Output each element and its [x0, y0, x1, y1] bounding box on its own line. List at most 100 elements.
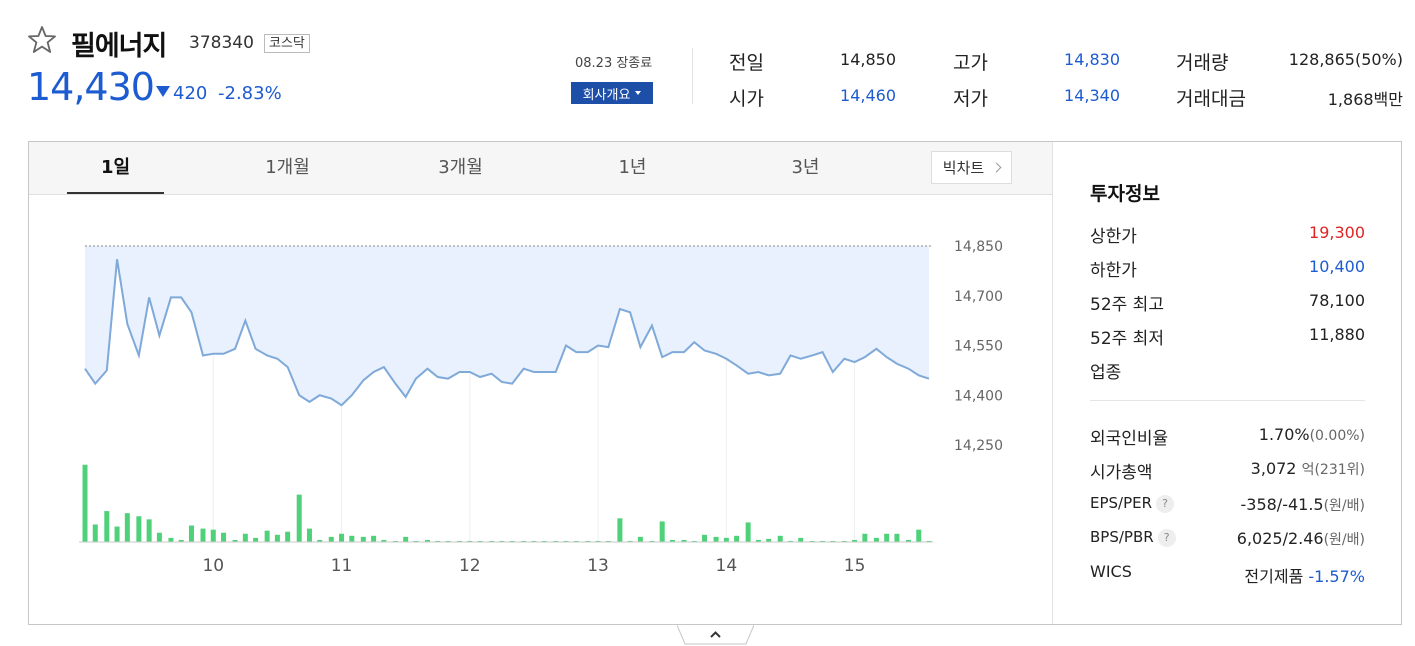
volume-bar: [403, 536, 409, 542]
bps-pbr-unit: (원/배): [1323, 532, 1365, 548]
foreign-ratio-change: (0.00%): [1309, 428, 1365, 444]
market-cap-rank: (231위): [1314, 462, 1365, 478]
industry-label: 업종: [1090, 363, 1122, 383]
volume-bar: [723, 537, 729, 542]
y-tick-label: 14,400: [954, 388, 1003, 404]
low52-label: 52주 최저: [1090, 329, 1164, 349]
lower-limit-label: 하한가: [1090, 261, 1137, 281]
wics-label: WICS: [1090, 562, 1132, 581]
foreign-ratio-label: 외국인비율: [1090, 429, 1169, 449]
lower-limit-value: 10,400: [1309, 257, 1365, 276]
foreign-ratio: 1.70%(0.00%): [1195, 425, 1365, 444]
volume-bar: [306, 528, 312, 542]
volume-bar: [894, 533, 900, 542]
tab-1day[interactable]: 1일: [67, 142, 164, 194]
low52-value: 11,880: [1309, 325, 1365, 344]
prev-close-value: 14,850: [840, 50, 896, 69]
volume-bar: [92, 524, 98, 542]
wics-sector[interactable]: 전기제품: [1244, 567, 1303, 586]
tab-3month[interactable]: 3개월: [412, 142, 509, 194]
question-icon[interactable]: ?: [1156, 494, 1175, 513]
volume-bar: [168, 537, 174, 542]
x-tick-label: 12: [459, 556, 481, 576]
open-label: 시가: [729, 88, 764, 110]
volume-bar: [221, 532, 227, 542]
volume-bar: [210, 529, 216, 542]
x-tick-label: 13: [587, 556, 609, 576]
volume-bar: [637, 536, 643, 542]
tab-1year[interactable]: 1년: [584, 142, 681, 194]
volume-bar: [884, 533, 890, 542]
collapse-toggle[interactable]: [677, 625, 754, 645]
caret-down-icon: [635, 91, 642, 95]
question-icon[interactable]: ?: [1157, 528, 1176, 547]
market-cap-unit: 억: [1301, 462, 1315, 478]
market-cap-label: 시가총액: [1090, 463, 1153, 483]
chevron-right-icon: [991, 162, 1002, 173]
divider: [692, 48, 693, 104]
market-cap: 3,072 억(231위): [1195, 459, 1365, 479]
volume-value: 128,865(50%): [1288, 50, 1403, 69]
stock-code: 378340: [189, 33, 254, 53]
volume-bar: [253, 537, 259, 542]
big-chart-label: 빅차트: [942, 159, 985, 177]
volume-bar: [713, 536, 719, 542]
market-badge: 코스닥: [264, 34, 310, 53]
market-cap-value: 3,072: [1250, 459, 1297, 478]
volume-bar: [264, 530, 270, 542]
volume-bar: [296, 494, 302, 542]
invest-info-title: 투자정보: [1090, 183, 1160, 205]
market-close-status: 08.23 장종료: [575, 56, 653, 71]
prev-close-label: 전일: [729, 52, 764, 74]
volume-bar: [659, 521, 665, 542]
company-overview-button[interactable]: 회사개요: [571, 82, 653, 104]
intraday-chart[interactable]: 14,850 14,700 14,550 14,400 14,250 10 11 12 13 1…: [29, 194, 1052, 624]
volume-bar: [200, 528, 206, 542]
star-outline-icon[interactable]: [26, 24, 58, 56]
volume-bar: [339, 533, 345, 542]
volume-bar: [114, 526, 120, 542]
x-tick-label: 11: [331, 556, 353, 576]
y-tick-label: 14,700: [954, 289, 1003, 305]
upper-limit-label: 상한가: [1090, 227, 1137, 247]
high-value: 14,830: [1064, 50, 1120, 69]
volume-bar: [349, 535, 355, 542]
volume-bar: [82, 464, 88, 542]
price-area: [85, 246, 929, 406]
volume-bar: [136, 516, 142, 542]
volume-bar: [702, 534, 708, 542]
volume-label: 거래량: [1176, 52, 1229, 74]
price-change: 420: [173, 83, 208, 104]
volume-bar: [360, 536, 366, 542]
company-overview-label: 회사개요: [582, 87, 631, 103]
divider: [1052, 142, 1053, 624]
amount-value: 1,868백만: [1327, 90, 1403, 109]
big-chart-button[interactable]: 빅차트: [931, 151, 1012, 184]
open-value: 14,460: [840, 86, 896, 105]
volume-bar: [798, 537, 804, 542]
volume-bar: [156, 532, 162, 542]
volume-bar: [328, 536, 334, 542]
volume-bar: [104, 511, 110, 542]
x-tick-label: 15: [844, 556, 866, 576]
bps-pbr-value: 6,025/2.46: [1236, 529, 1324, 548]
x-tick-label: 14: [716, 556, 738, 576]
tab-1month[interactable]: 1개월: [239, 142, 336, 194]
y-tick-label: 14,550: [954, 339, 1003, 355]
volume-bar: [873, 537, 879, 542]
volume-bar: [745, 522, 751, 542]
eps-per-value: -358/-41.5: [1240, 495, 1324, 514]
volume-bar: [124, 513, 130, 542]
volume-bar: [371, 535, 377, 542]
bps-pbr: 6,025/2.46(원/배): [1195, 529, 1365, 549]
tab-3year[interactable]: 3년: [757, 142, 854, 194]
low-label: 저가: [953, 88, 988, 110]
volume-bar: [188, 525, 194, 542]
x-tick-label: 10: [202, 556, 224, 576]
volume-bar: [242, 533, 248, 542]
high52-value: 78,100: [1309, 291, 1365, 310]
divider: [1090, 400, 1365, 401]
price-change-percent: -2.83%: [218, 83, 282, 104]
stock-name: 필에너지: [71, 31, 167, 62]
amount-label: 거래대금: [1176, 88, 1246, 110]
